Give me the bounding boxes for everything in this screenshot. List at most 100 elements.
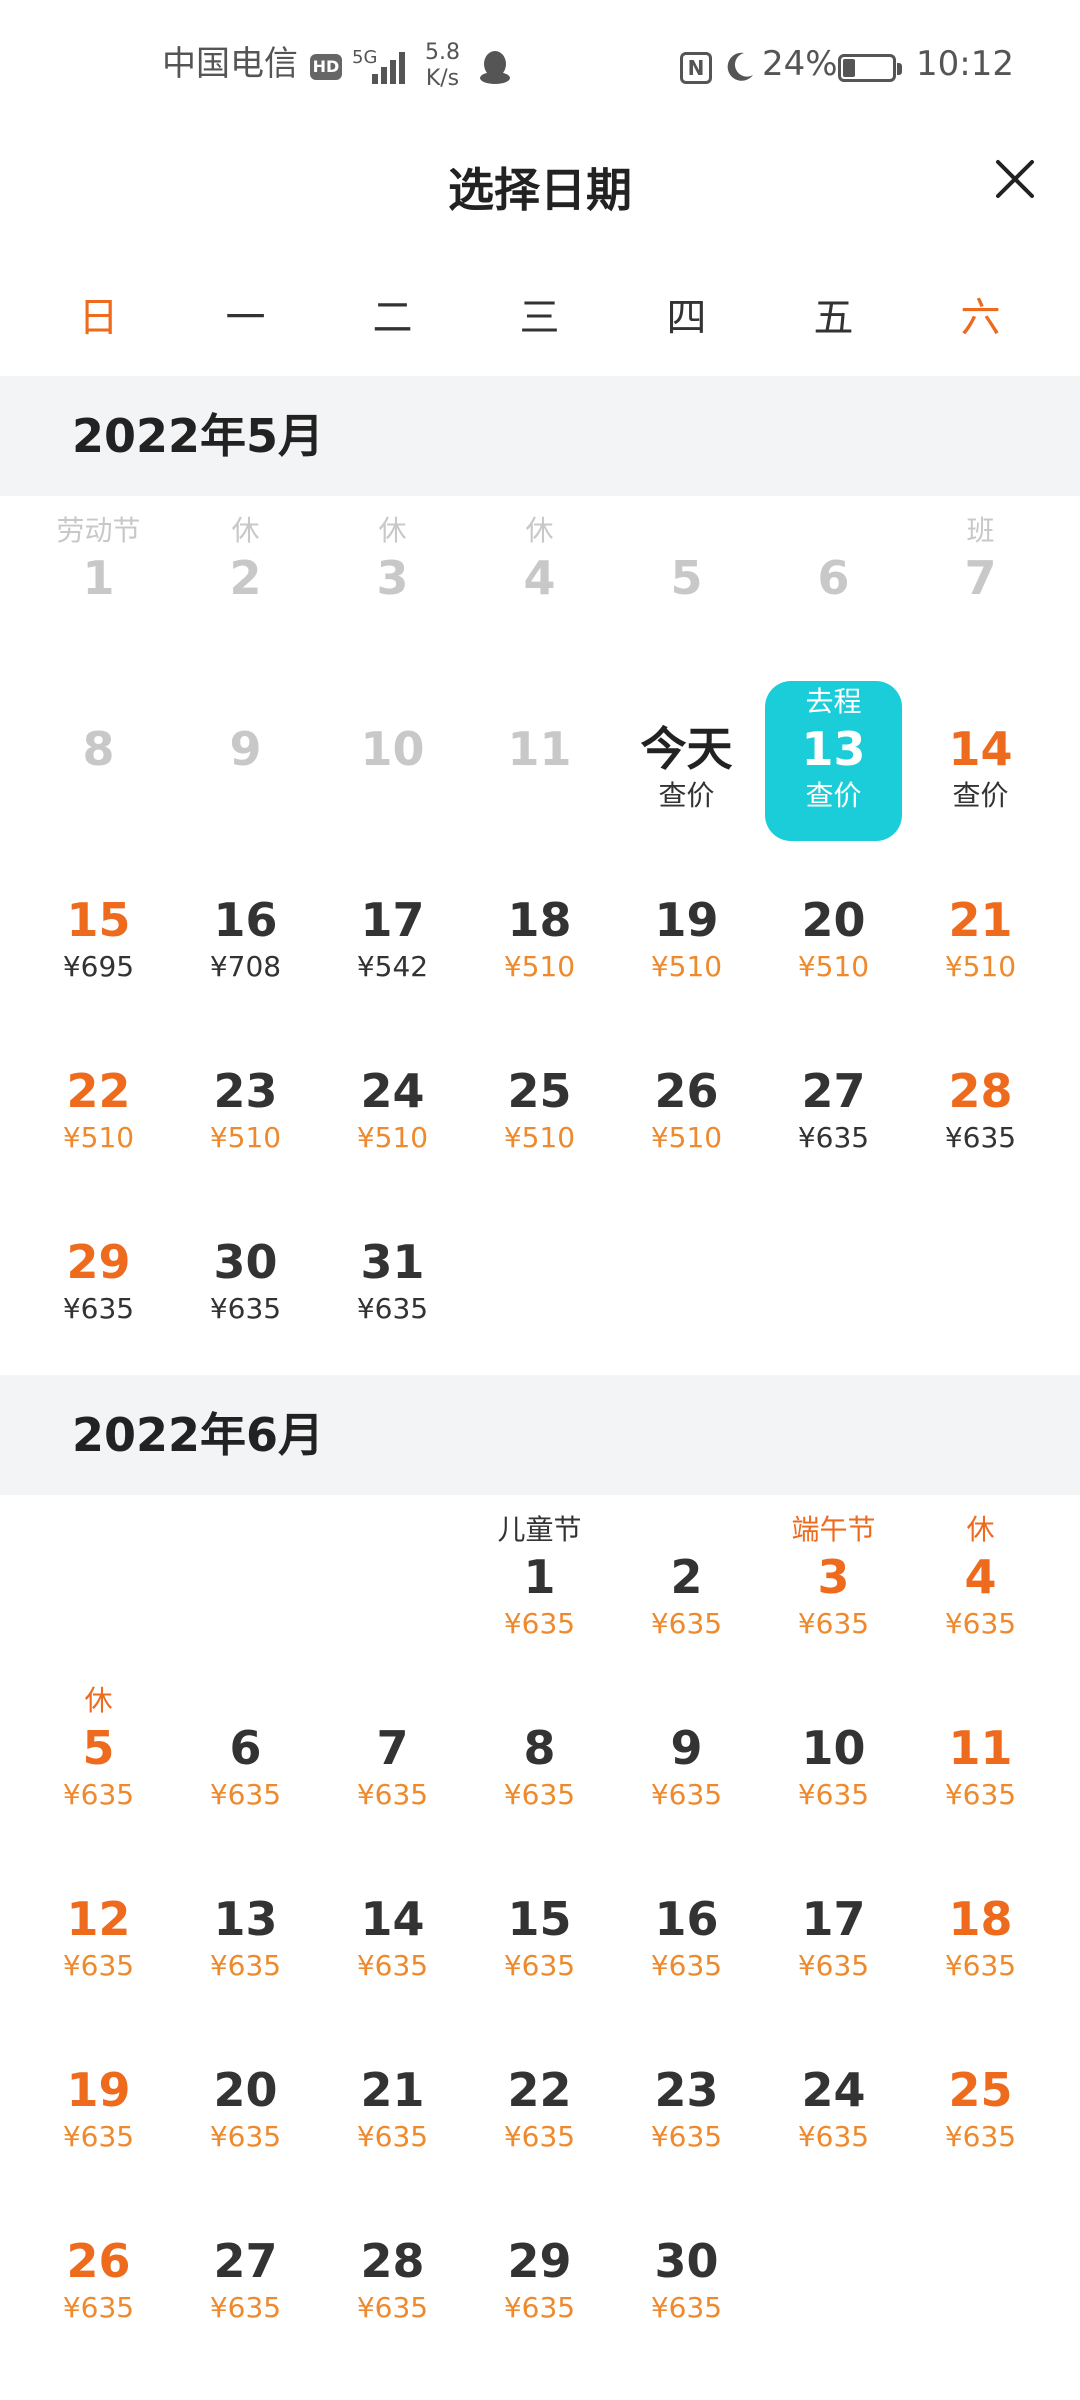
day-number: 14 xyxy=(948,722,1013,776)
day-number: 21 xyxy=(360,2063,425,2117)
day-number: 23 xyxy=(654,2063,719,2117)
day-cell[interactable]: 17 ¥542 xyxy=(319,838,466,1009)
day-cell[interactable]: 休 5 ¥635 xyxy=(25,1666,172,1837)
day-cell[interactable]: 8 ¥635 xyxy=(466,1666,613,1837)
day-cell: 11 xyxy=(466,667,613,838)
day-cell: 休2 xyxy=(172,496,319,667)
day-price: ¥635 xyxy=(503,1778,576,1811)
day-cell[interactable]: 16 ¥635 xyxy=(613,1837,760,2008)
day-price: ¥510 xyxy=(797,950,870,983)
day-number: 1 xyxy=(523,1550,556,1604)
speed-unit: K/s xyxy=(425,66,460,91)
day-cell[interactable]: 23 ¥635 xyxy=(613,2008,760,2179)
day-number: 2 xyxy=(229,551,262,605)
day-cell[interactable]: 11 ¥635 xyxy=(907,1666,1054,1837)
day-cell[interactable]: 15 ¥695 xyxy=(25,838,172,1009)
day-cell[interactable]: 27 ¥635 xyxy=(760,1009,907,1180)
day-cell[interactable]: 23 ¥510 xyxy=(172,1009,319,1180)
weekday-fri: 五 xyxy=(813,295,854,341)
day-cell[interactable]: 12 ¥635 xyxy=(25,1837,172,2008)
day-number: 13 xyxy=(801,722,866,776)
day-cell[interactable]: 儿童节 1 ¥635 xyxy=(466,1495,613,1666)
day-cell[interactable]: 29 ¥635 xyxy=(466,2179,613,2350)
day-cell[interactable]: 9 ¥635 xyxy=(613,1666,760,1837)
day-number: 5 xyxy=(82,1721,115,1775)
weekday-sun: 日 xyxy=(78,295,119,341)
day-number: 30 xyxy=(654,2234,719,2288)
day-number: 18 xyxy=(948,1892,1013,1946)
day-cell[interactable]: 28 ¥635 xyxy=(907,1009,1054,1180)
month-header-june: 2022年6月 xyxy=(0,1375,1080,1495)
day-cell[interactable]: 2 ¥635 xyxy=(613,1495,760,1666)
day-number: 10 xyxy=(360,722,425,776)
day-cell[interactable]: 29 ¥635 xyxy=(25,1180,172,1351)
day-cell[interactable]: 10 ¥635 xyxy=(760,1666,907,1837)
day-cell-today[interactable]: 今天 查价 xyxy=(613,667,760,838)
day-cell[interactable]: 18 ¥635 xyxy=(907,1837,1054,2008)
day-number: 27 xyxy=(213,2234,278,2288)
day-cell[interactable]: 21 ¥635 xyxy=(319,2008,466,2179)
day-number: 20 xyxy=(213,2063,278,2117)
day-number: 22 xyxy=(507,2063,572,2117)
day-cell[interactable]: 休 4 ¥635 xyxy=(907,1495,1054,1666)
day-price: ¥635 xyxy=(944,1949,1017,1982)
day-cell[interactable]: 20 ¥635 xyxy=(172,2008,319,2179)
day-cell[interactable]: 6 ¥635 xyxy=(172,1666,319,1837)
day-tag: 休 xyxy=(231,514,260,547)
day-price: ¥635 xyxy=(356,1778,429,1811)
day-price: ¥635 xyxy=(944,2120,1017,2153)
day-cell[interactable]: 22 ¥510 xyxy=(25,1009,172,1180)
day-number: 16 xyxy=(213,893,278,947)
day-cell[interactable]: 27 ¥635 xyxy=(172,2179,319,2350)
day-price: ¥510 xyxy=(503,950,576,983)
day-cell[interactable]: 18 ¥510 xyxy=(466,838,613,1009)
day-cell[interactable]: 14 ¥635 xyxy=(319,1837,466,2008)
day-tag: 休 xyxy=(378,514,407,547)
hd-badge: HD xyxy=(310,54,342,80)
day-price: ¥635 xyxy=(503,2120,576,2153)
day-cell[interactable]: 15 ¥635 xyxy=(466,1837,613,2008)
day-tag: 休 xyxy=(525,514,554,547)
day-cell[interactable]: 25 ¥510 xyxy=(466,1009,613,1180)
day-number: 15 xyxy=(507,1892,572,1946)
day-cell[interactable]: 21 ¥510 xyxy=(907,838,1054,1009)
day-price: ¥510 xyxy=(650,950,723,983)
day-cell[interactable]: 7 ¥635 xyxy=(319,1666,466,1837)
day-cell[interactable]: 13 ¥635 xyxy=(172,1837,319,2008)
day-cell[interactable]: 端午节 3 ¥635 xyxy=(760,1495,907,1666)
day-price: ¥510 xyxy=(209,1121,282,1154)
day-cell[interactable]: 31 ¥635 xyxy=(319,1180,466,1351)
day-cell[interactable]: 30 ¥635 xyxy=(613,2179,760,2350)
day-cell[interactable]: 25 ¥635 xyxy=(907,2008,1054,2179)
day-cell[interactable]: 28 ¥635 xyxy=(319,2179,466,2350)
day-cell[interactable]: 19 ¥510 xyxy=(613,838,760,1009)
day-price: ¥635 xyxy=(209,2291,282,2324)
day-price: ¥695 xyxy=(62,950,135,983)
day-number: 1 xyxy=(82,551,115,605)
close-icon[interactable] xyxy=(990,154,1040,204)
day-number: 13 xyxy=(213,1892,278,1946)
day-cell[interactable]: 19 ¥635 xyxy=(25,2008,172,2179)
day-cell[interactable]: 26 ¥635 xyxy=(25,2179,172,2350)
nfc-icon: N xyxy=(680,52,712,84)
day-cell[interactable]: 17 ¥635 xyxy=(760,1837,907,2008)
day-cell[interactable]: 26 ¥510 xyxy=(613,1009,760,1180)
day-number: 6 xyxy=(817,551,850,605)
clock: 10:12 xyxy=(916,44,1014,84)
day-price: ¥635 xyxy=(797,1121,870,1154)
day-number: 15 xyxy=(66,893,131,947)
day-cell[interactable]: 30 ¥635 xyxy=(172,1180,319,1351)
day-cell[interactable]: 24 ¥635 xyxy=(760,2008,907,2179)
day-price: ¥635 xyxy=(209,1949,282,1982)
day-cell[interactable]: 16 ¥708 xyxy=(172,838,319,1009)
day-number: 23 xyxy=(213,1064,278,1118)
day-price: ¥635 xyxy=(62,1949,135,1982)
day-cell[interactable]: 14 查价 xyxy=(907,667,1054,838)
day-cell-selected[interactable]: 去程 13 查价 xyxy=(760,667,907,841)
day-cell[interactable]: 24 ¥510 xyxy=(319,1009,466,1180)
weekday-sat: 六 xyxy=(960,295,1001,341)
day-number: 25 xyxy=(507,1064,572,1118)
day-number: 8 xyxy=(523,1721,556,1775)
day-cell[interactable]: 22 ¥635 xyxy=(466,2008,613,2179)
day-cell[interactable]: 20 ¥510 xyxy=(760,838,907,1009)
